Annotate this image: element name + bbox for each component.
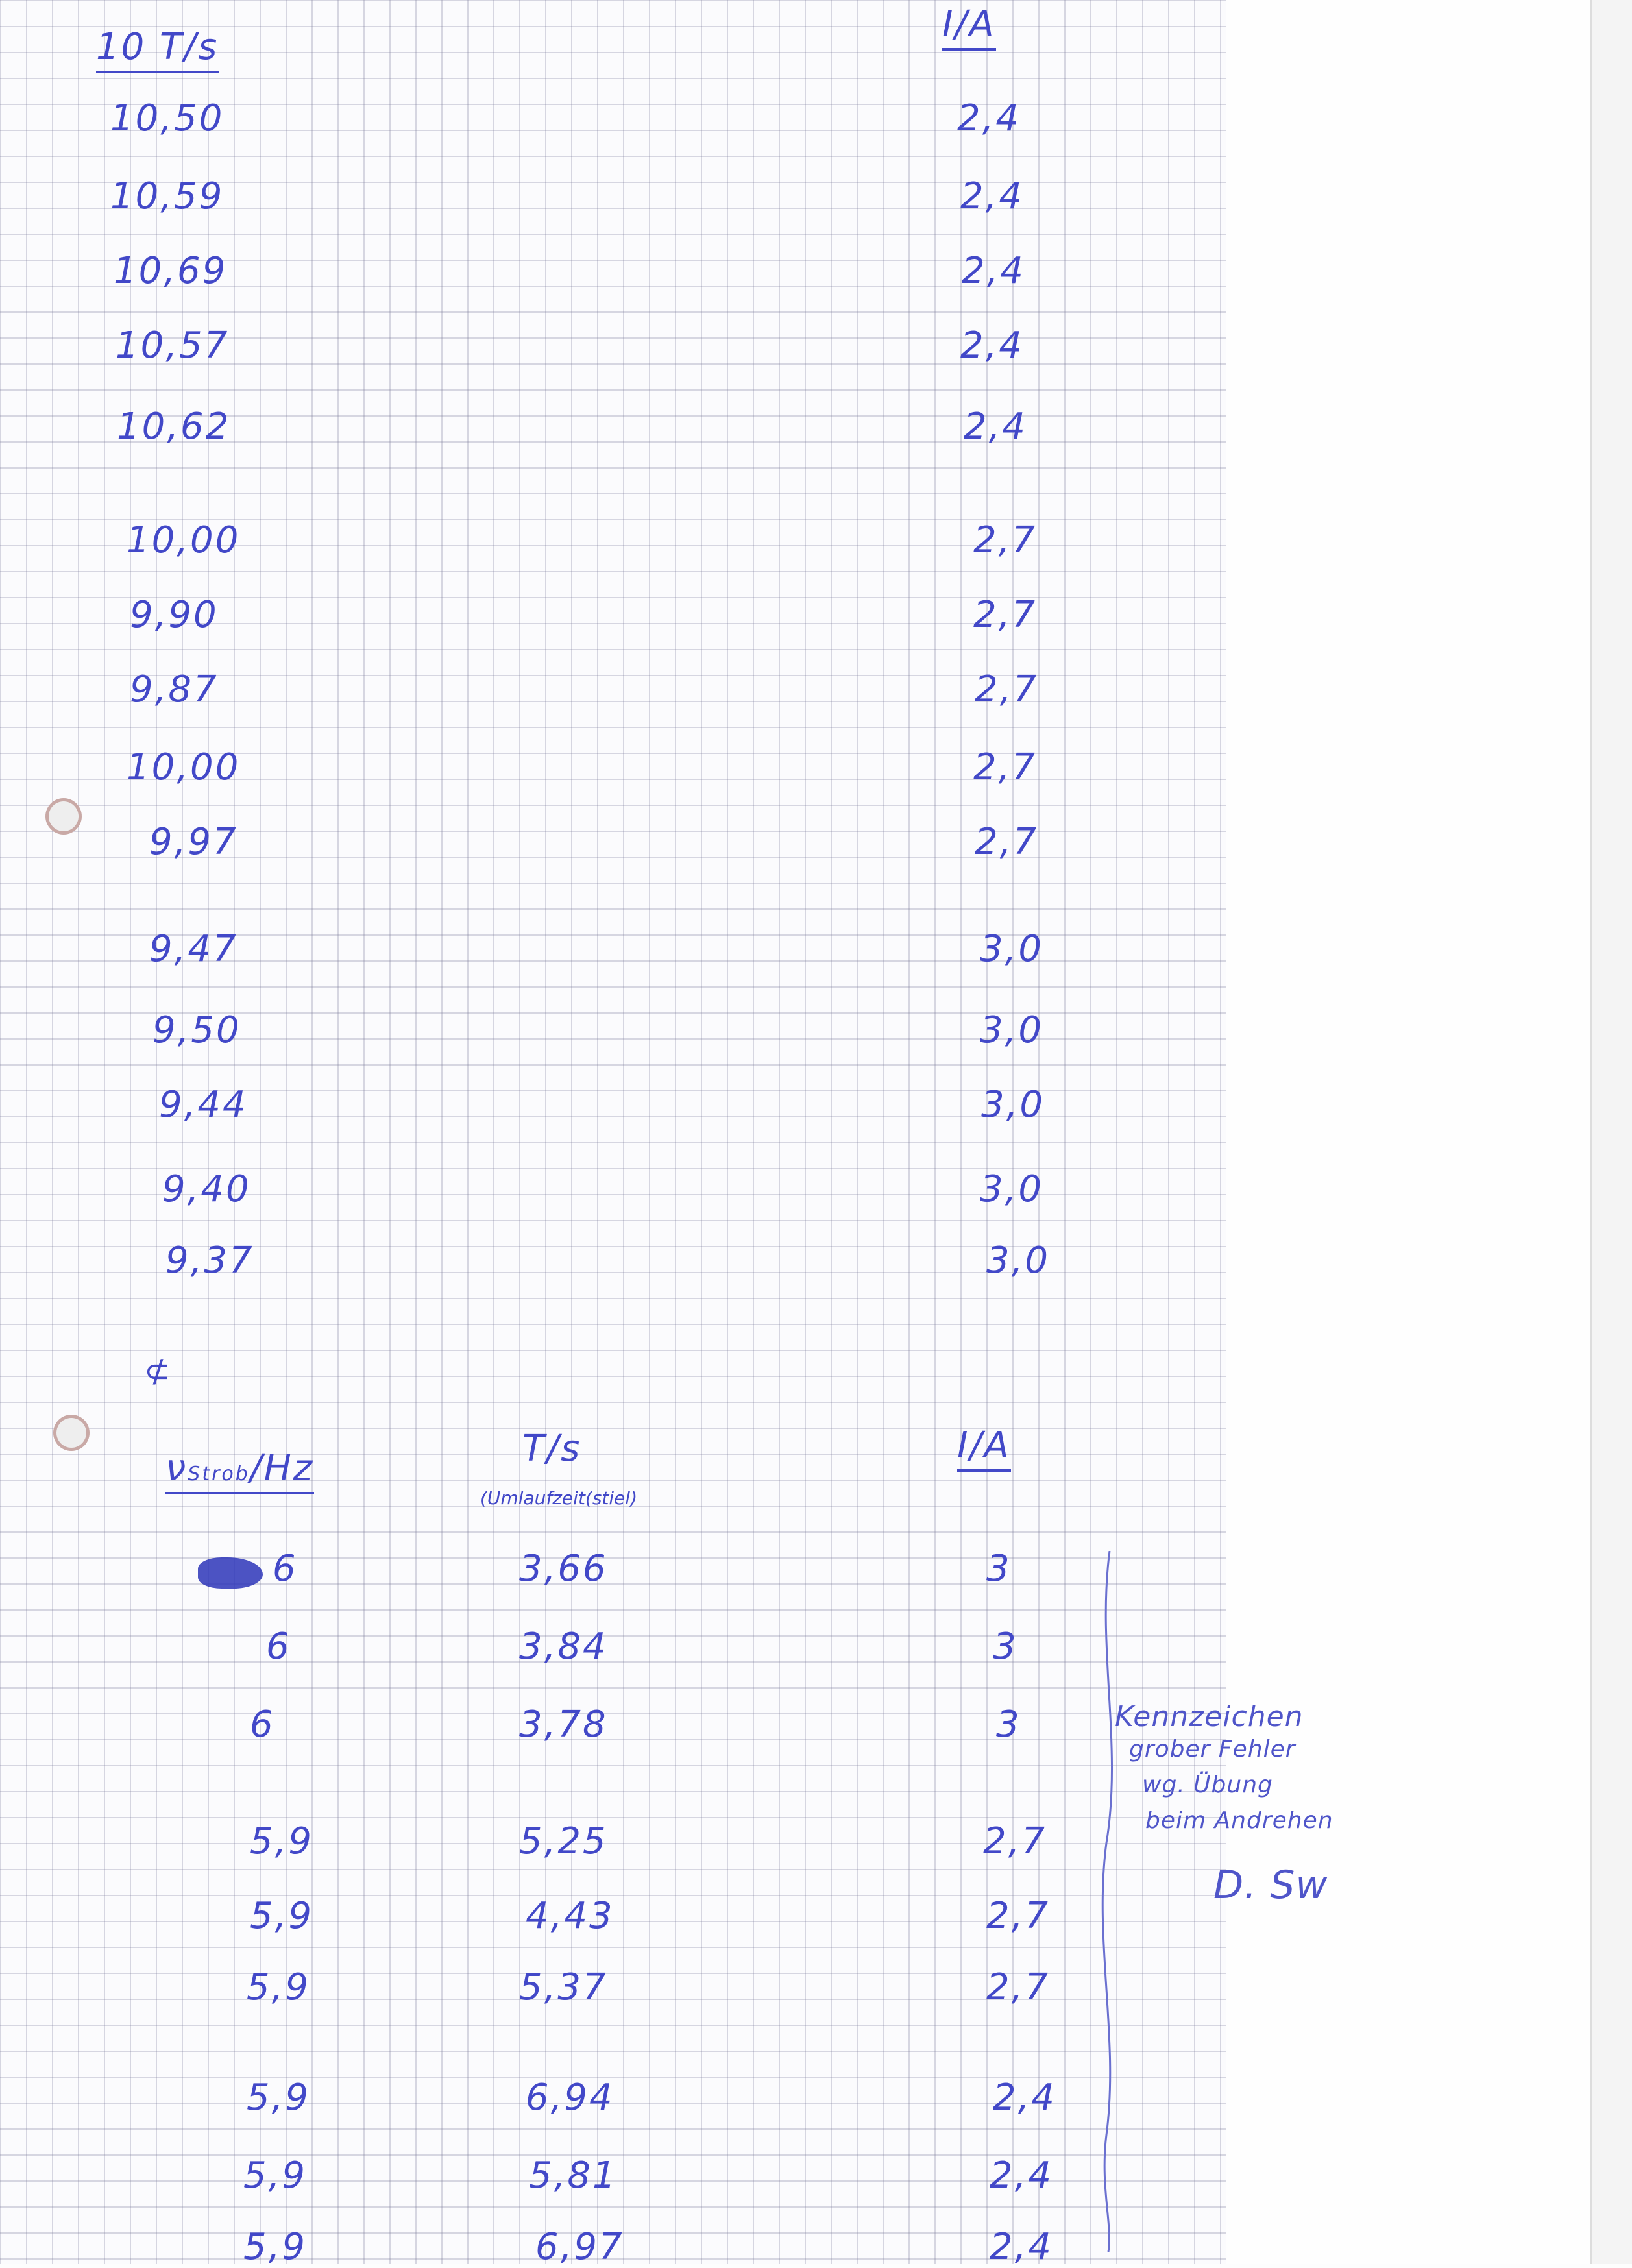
table2-frequency-value: 5,9 <box>250 1820 314 1862</box>
table2-frequency-value: 5,9 <box>250 1895 314 1937</box>
table2-frequency-value: 6 <box>273 1548 298 1590</box>
table2-current-value: 2,7 <box>986 1895 1051 1937</box>
scribbled-out-value <box>198 1557 263 1589</box>
table1-current-value: 2,7 <box>975 668 1039 711</box>
table1-current-value: 3,0 <box>980 1009 1044 1051</box>
table1-period-value: 9,40 <box>162 1168 251 1210</box>
table1-current-value: 3,0 <box>981 1084 1045 1126</box>
punch-hole-top <box>45 798 82 835</box>
table2-frequency-value: 5,9 <box>243 2226 308 2268</box>
table2-header-period-symbol: T <box>522 1428 547 1470</box>
table2-header-current: I/A <box>957 1424 1011 1472</box>
table1-period-value: 9,50 <box>152 1009 241 1051</box>
table1-current-value: 3,0 <box>980 1168 1044 1210</box>
table1-period-value: 10,57 <box>116 324 230 367</box>
table1-header-current: I/A <box>942 3 996 51</box>
table2-period-value: 5,81 <box>529 2154 618 2197</box>
crossed-out-mark: ⊄ <box>144 1353 173 1389</box>
signature: D. Sw <box>1213 1862 1328 1908</box>
table2-header-period-unit: /s <box>546 1428 582 1470</box>
table2-current-value: 3 <box>986 1548 1012 1590</box>
table2-current-value: 2,7 <box>983 1820 1047 1862</box>
table1-current-value: 2,4 <box>957 97 1021 140</box>
table2-header-frequency-symbol: ν <box>165 1447 188 1489</box>
table2-frequency-value: 6 <box>250 1703 275 1746</box>
table1-period-value: 10,50 <box>110 97 225 140</box>
table1-current-value: 2,7 <box>973 746 1038 788</box>
annotation-line-3: wg. Übung <box>1142 1772 1273 1798</box>
table1-period-value: 9,44 <box>159 1084 248 1126</box>
table1-period-value: 10,59 <box>110 175 225 217</box>
table1-current-value: 2,4 <box>962 250 1026 292</box>
table1-header-period: 10 T/s <box>96 26 219 73</box>
page-edge <box>1590 0 1632 2264</box>
table2-header-period-note: (Umlaufzeit(stiel) <box>480 1487 638 1509</box>
table2-period-value: 5,25 <box>519 1820 608 1862</box>
table1-period-value: 10,00 <box>127 746 241 788</box>
table2-period-value: 4,43 <box>526 1895 615 1937</box>
table2-header-frequency-subscript: Strob <box>188 1463 250 1485</box>
table1-current-value: 2,4 <box>960 175 1025 217</box>
table2-header-period: T/s <box>522 1428 581 1470</box>
table1-period-value: 10,00 <box>127 519 241 561</box>
table2-header-frequency-unit: /Hz <box>249 1447 315 1489</box>
table1-period-value: 9,47 <box>149 928 238 970</box>
table2-period-value: 3,66 <box>519 1548 608 1590</box>
table1-current-value: 2,4 <box>964 406 1028 448</box>
table2-frequency-value: 5,9 <box>247 2077 311 2119</box>
table2-current-value: 2,4 <box>990 2226 1054 2268</box>
table2-period-value: 5,37 <box>519 1966 608 2008</box>
table2-period-value: 6,97 <box>535 2226 624 2268</box>
table2-frequency-value: 5,9 <box>243 2154 308 2197</box>
table2-frequency-value: 5,9 <box>247 1966 311 2008</box>
table1-period-value: 9,90 <box>130 594 219 636</box>
punch-hole-bottom <box>53 1415 90 1451</box>
annotation-line-2: grober Fehler <box>1129 1736 1296 1762</box>
table2-current-value: 2,4 <box>990 2154 1054 2197</box>
table1-period-value: 9,97 <box>149 821 238 863</box>
table1-current-value: 2,7 <box>973 519 1038 561</box>
table1-current-value: 2,7 <box>973 594 1038 636</box>
table1-period-value: 10,62 <box>117 406 231 448</box>
table2-period-value: 3,78 <box>519 1703 608 1746</box>
table2-frequency-value: 6 <box>266 1626 291 1668</box>
table1-period-value: 10,69 <box>114 250 228 292</box>
table2-period-value: 3,84 <box>519 1626 608 1668</box>
table2-current-value: 2,4 <box>993 2077 1057 2119</box>
table2-current-value: 2,7 <box>986 1966 1051 2008</box>
table1-current-value: 3,0 <box>980 928 1044 970</box>
table2-header-frequency: νStrob/Hz <box>165 1447 315 1494</box>
table1-current-value: 2,7 <box>975 821 1039 863</box>
annotation-bracket-line <box>1101 1551 1113 2252</box>
table2-current-value: 3 <box>993 1626 1018 1668</box>
table1-period-value: 9,87 <box>130 668 219 711</box>
table1-current-value: 3,0 <box>986 1239 1051 1282</box>
table2-current-value: 3 <box>996 1703 1021 1746</box>
annotation-line-1: Kennzeichen <box>1115 1700 1304 1733</box>
annotation-line-4: beim Andrehen <box>1145 1807 1334 1834</box>
table2-period-value: 6,94 <box>526 2077 615 2119</box>
table1-period-value: 9,37 <box>165 1239 254 1282</box>
table1-current-value: 2,4 <box>960 324 1025 367</box>
blank-page-margin <box>1226 0 1590 2264</box>
